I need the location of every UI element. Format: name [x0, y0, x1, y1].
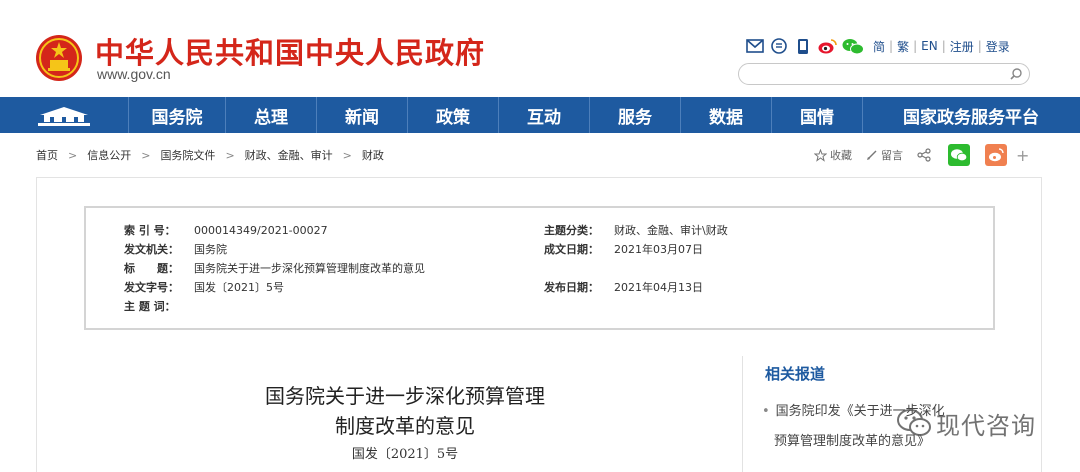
comment-button[interactable]: 留言	[866, 147, 903, 163]
weibo-icon[interactable]	[817, 36, 837, 56]
more-button[interactable]: +	[1016, 146, 1029, 165]
meta-title-row: 标 题： 国务院关于进一步深化预算管理制度改革的意见	[124, 260, 425, 276]
mail-icon[interactable]	[745, 36, 765, 56]
page-actions: 收藏 留言 +	[814, 144, 1029, 166]
breadcrumb-info-disclosure[interactable]: 信息公开	[87, 147, 131, 163]
favorite-label: 收藏	[830, 149, 852, 162]
meta-doc-no-value: 国发〔2021〕5号	[194, 281, 284, 294]
meta-title-value: 国务院关于进一步深化预算管理制度改革的意见	[194, 262, 425, 275]
lang-separator: |	[913, 39, 918, 53]
meta-index-row: 索 引 号： 000014349/2021-00027	[124, 222, 328, 238]
lang-english[interactable]: EN	[921, 39, 938, 53]
breadcrumb-state-council-docs[interactable]: 国务院文件	[160, 147, 215, 163]
star-icon	[814, 148, 827, 162]
meta-created-row: 成文日期： 2021年03月07日	[544, 241, 703, 257]
login-link[interactable]: 登录	[986, 38, 1010, 55]
share-icon	[917, 148, 931, 162]
main-nav: 国务院 总理 新闻 政策 互动 服务 数据 国情 国家政务服务平台	[0, 97, 1080, 133]
breadcrumb-home[interactable]: 首页	[36, 147, 58, 163]
nav-item-news[interactable]: 新闻	[316, 97, 407, 133]
search-icon[interactable]	[1009, 67, 1023, 81]
site-header: 中华人民共和国中央人民政府 www.gov.cn 简 | 繁 | EN | 注册…	[0, 0, 1080, 97]
lang-simplified[interactable]: 简	[873, 38, 885, 55]
breadcrumb-finance[interactable]: 财政	[362, 147, 384, 163]
mobile-icon[interactable]	[793, 36, 813, 56]
bullet-icon: •	[762, 404, 770, 419]
meta-doc-no-row: 发文字号： 国发〔2021〕5号	[124, 279, 284, 295]
document-title: 国务院关于进一步深化预算管理 制度改革的意见	[200, 381, 610, 441]
meta-topic-label: 主题分类：	[544, 224, 599, 237]
favorite-button[interactable]: 收藏	[814, 147, 852, 163]
meta-issuer-row: 发文机关： 国务院	[124, 241, 227, 257]
nav-item-state-council[interactable]: 国务院	[128, 97, 225, 133]
meta-title-label: 标 题：	[124, 262, 179, 275]
meta-keywords-row: 主 题 词：	[124, 298, 194, 314]
search-input[interactable]	[749, 66, 999, 82]
nav-item-data[interactable]: 数据	[680, 97, 771, 133]
national-emblem-icon[interactable]	[34, 33, 84, 83]
watermark: 现代咨询	[896, 403, 1036, 443]
document-title-line-2: 制度改革的意见	[335, 414, 475, 438]
meta-issuer-label: 发文机关：	[124, 243, 179, 256]
meta-published-label: 发布日期：	[544, 281, 599, 294]
weibo-icon	[985, 144, 1007, 166]
related-reports-heading: 相关报道	[765, 365, 826, 383]
lang-traditional[interactable]: 繁	[897, 38, 909, 55]
message-icon[interactable]	[769, 36, 789, 56]
breadcrumb-finance-audit[interactable]: 财政、金融、审计	[245, 147, 333, 163]
chevron-right-icon: >	[342, 148, 352, 162]
meta-index-value: 000014349/2021-00027	[194, 224, 328, 237]
nav-item-interaction[interactable]: 互动	[498, 97, 589, 133]
lang-separator: |	[941, 39, 946, 53]
wechat-icon	[948, 144, 970, 166]
pen-icon	[867, 150, 877, 160]
tiananmen-logo-icon[interactable]	[0, 97, 128, 133]
wechat-watermark-icon	[897, 409, 931, 436]
meta-topic-value: 财政、金融、审计\财政	[614, 224, 728, 237]
column-divider	[742, 356, 743, 472]
share-button[interactable]	[917, 148, 934, 162]
document-title-line-1: 国务院关于进一步深化预算管理	[265, 384, 545, 408]
comment-label: 留言	[881, 149, 903, 162]
meta-published-row: 发布日期： 2021年04月13日	[544, 279, 703, 295]
register-link[interactable]: 注册	[950, 38, 974, 55]
meta-published-value: 2021年04月13日	[614, 281, 703, 294]
nav-item-services[interactable]: 服务	[589, 97, 680, 133]
document-number: 国发〔2021〕5号	[351, 447, 459, 462]
meta-keywords-label: 主 题 词：	[124, 300, 176, 313]
header-toolbar: 简 | 繁 | EN | 注册 | 登录	[745, 36, 1014, 56]
meta-created-label: 成文日期：	[544, 243, 599, 256]
nav-item-gov-service-platform[interactable]: 国家政务服务平台	[862, 97, 1079, 133]
weibo-share-button[interactable]	[985, 144, 1010, 166]
meta-issuer-value: 国务院	[194, 243, 227, 256]
document-metadata-box: 索 引 号： 000014349/2021-00027 主题分类： 财政、金融、审计…	[84, 206, 995, 330]
breadcrumb: 首页 > 信息公开 > 国务院文件 > 财政、金融、审计 > 财政	[36, 146, 384, 164]
chevron-right-icon: >	[225, 148, 235, 162]
meta-created-value: 2021年03月07日	[614, 243, 703, 256]
lang-separator: |	[977, 39, 982, 53]
lang-separator: |	[889, 39, 894, 53]
watermark-text: 现代咨询	[936, 411, 1036, 440]
meta-index-label: 索 引 号：	[124, 224, 176, 237]
nav-item-national-info[interactable]: 国情	[771, 97, 862, 133]
meta-doc-no-label: 发文字号：	[124, 281, 179, 294]
chevron-right-icon: >	[68, 148, 78, 162]
wechat-share-button[interactable]	[948, 144, 973, 166]
wechat-icon[interactable]	[841, 36, 865, 56]
nav-item-policy[interactable]: 政策	[407, 97, 498, 133]
chevron-right-icon: >	[141, 148, 151, 162]
search-box	[738, 63, 1030, 85]
meta-topic-row: 主题分类： 财政、金融、审计\财政	[544, 222, 728, 238]
nav-item-premier[interactable]: 总理	[225, 97, 316, 133]
site-domain[interactable]: www.gov.cn	[97, 66, 171, 82]
